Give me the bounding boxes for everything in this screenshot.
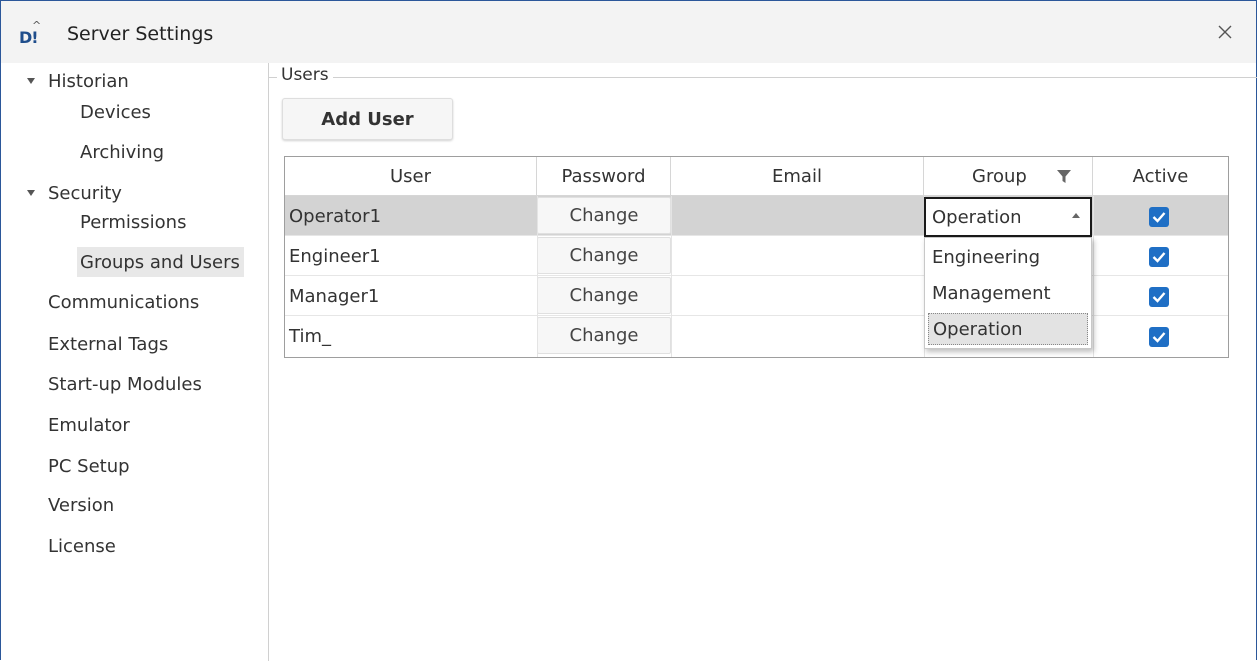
active-checkbox[interactable]: [1149, 247, 1169, 267]
column-header-group[interactable]: Group: [924, 157, 1093, 196]
change-password-button[interactable]: Change: [537, 237, 671, 274]
group-select-value: Operation: [932, 206, 1022, 228]
sidebar-item-external-tags[interactable]: External Tags: [48, 329, 168, 359]
sidebar-item-archiving[interactable]: Archiving: [80, 137, 164, 167]
change-password-button[interactable]: Change: [537, 197, 671, 234]
filter-icon[interactable]: [1057, 170, 1071, 184]
sidebar-item-start-up-modules[interactable]: Start-up Modules: [48, 369, 202, 399]
add-user-button[interactable]: Add User: [282, 98, 453, 140]
active-checkbox[interactable]: [1149, 287, 1169, 307]
expand-triangle-icon[interactable]: [27, 190, 35, 196]
group-option-management[interactable]: Management: [925, 275, 1091, 311]
sidebar-item-historian[interactable]: Historian: [48, 66, 129, 96]
sidebar-item-permissions[interactable]: Permissions: [80, 207, 186, 237]
column-header-password[interactable]: Password: [537, 157, 671, 196]
group-option-engineering[interactable]: Engineering: [925, 239, 1091, 275]
user-cell: Manager1: [289, 285, 380, 307]
column-header-active[interactable]: Active: [1093, 157, 1228, 196]
change-password-button[interactable]: Change: [537, 317, 671, 354]
title-bar: D! ^ Server Settings: [1, 1, 1256, 63]
sidebar-item-devices[interactable]: Devices: [80, 97, 151, 127]
sidebar-item-pc-setup[interactable]: PC Setup: [48, 451, 130, 481]
column-header-group-label: Group: [972, 165, 1027, 187]
sidebar-item-license[interactable]: License: [48, 531, 116, 561]
users-legend: Users: [277, 65, 333, 85]
column-header-email[interactable]: Email: [671, 157, 924, 196]
user-cell: Engineer1: [289, 245, 381, 267]
app-logo-icon: D! ^: [19, 19, 42, 47]
active-checkbox[interactable]: [1149, 207, 1169, 227]
close-icon[interactable]: [1212, 19, 1238, 45]
change-password-button[interactable]: Change: [537, 277, 671, 314]
column-divider: [671, 196, 672, 357]
column-divider: [537, 196, 538, 357]
sidebar-item-security[interactable]: Security: [48, 178, 122, 208]
group-option-operation[interactable]: Operation: [928, 313, 1088, 345]
column-header-user[interactable]: User: [285, 157, 537, 196]
chevron-up-icon[interactable]: [1072, 213, 1080, 218]
window-title: Server Settings: [67, 23, 214, 45]
settings-sidebar: Historian Devices Archiving Security Per…: [1, 63, 269, 661]
user-cell: Tim_: [289, 325, 331, 347]
expand-triangle-icon[interactable]: [27, 78, 35, 84]
sidebar-item-version[interactable]: Version: [48, 490, 114, 520]
sidebar-item-groups-and-users[interactable]: Groups and Users: [77, 247, 244, 277]
column-divider: [1093, 196, 1094, 357]
group-select[interactable]: Operation: [924, 197, 1092, 237]
group-dropdown-list: Engineering Management Operation: [924, 237, 1092, 349]
sidebar-item-emulator[interactable]: Emulator: [48, 410, 130, 440]
sidebar-item-communications[interactable]: Communications: [48, 287, 199, 317]
server-settings-window: D! ^ Server Settings Historian Devices Ar…: [0, 0, 1257, 661]
active-checkbox[interactable]: [1149, 327, 1169, 347]
user-cell: Operator1: [289, 205, 382, 227]
